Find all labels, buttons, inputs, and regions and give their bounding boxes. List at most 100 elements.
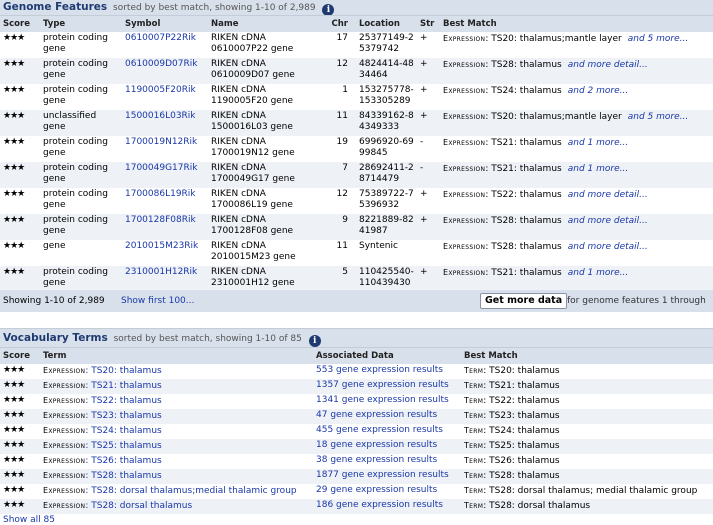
genome-features-footer: Showing 1-10 of 2,989 Show first 100... … xyxy=(0,290,713,312)
symbol-link[interactable]: 1700049G17Rik xyxy=(125,163,197,173)
expression-results-link[interactable]: 1877 gene expression results xyxy=(316,470,449,480)
expression-results-link[interactable]: 29 gene expression results xyxy=(316,485,437,495)
show-all-link[interactable]: Show all 85 xyxy=(3,515,55,525)
score-cell: ★★★ xyxy=(0,240,40,266)
more-detail-link[interactable]: and 1 more... xyxy=(568,164,628,174)
symbol-link[interactable]: 1700128F08Rik xyxy=(125,215,196,225)
chr-cell: 11 xyxy=(326,240,356,266)
strand-cell: + xyxy=(417,84,440,110)
symbol-link[interactable]: 2310001H12Rik xyxy=(125,267,197,277)
show-first-100-link[interactable]: Show first 100... xyxy=(121,296,194,306)
score-cell: ★★★ xyxy=(0,469,40,484)
more-detail-link[interactable]: and 5 more... xyxy=(628,34,688,44)
expression-results-link[interactable]: 186 gene expression results xyxy=(316,500,443,510)
get-more-data-button[interactable]: Get more data xyxy=(480,293,568,309)
match-type-label: Term xyxy=(464,426,484,435)
term-cell: Expression: TS28: dorsal thalamus xyxy=(40,499,313,514)
info-icon[interactable]: i xyxy=(308,335,321,347)
expression-results-link[interactable]: 1357 gene expression results xyxy=(316,380,449,390)
genome-features-title: Genome Features xyxy=(3,1,108,13)
match-type-label: Term xyxy=(464,411,484,420)
vocabulary-terms-title: Vocabulary Terms xyxy=(3,332,108,344)
more-detail-link[interactable]: and more detail... xyxy=(568,216,648,226)
col-name[interactable]: Name xyxy=(208,16,326,32)
match-text: : TS28: thalamus xyxy=(485,60,562,70)
match-type-label: Term xyxy=(464,471,484,480)
location-cell: 110425540-110439430 xyxy=(356,266,417,292)
col-associated-data[interactable]: Associated Data xyxy=(313,348,461,364)
type-cell: gene xyxy=(40,240,122,266)
score-stars: ★★★ xyxy=(3,380,25,390)
symbol-link[interactable]: 1190005F20Rik xyxy=(125,85,196,95)
expression-results-link[interactable]: 553 gene expression results xyxy=(316,365,443,375)
strand-cell: - xyxy=(417,162,440,188)
term-link[interactable]: : TS28: dorsal thalamus;medial thalamic … xyxy=(85,486,296,496)
term-link[interactable]: : TS28: dorsal thalamus xyxy=(85,501,192,511)
term-link[interactable]: : TS26: thalamus xyxy=(85,456,161,466)
term-link[interactable]: : TS22: thalamus xyxy=(85,396,161,406)
more-detail-link[interactable]: and more detail... xyxy=(568,60,648,70)
score-stars: ★★★ xyxy=(3,111,25,121)
term-link[interactable]: : TS20: thalamus xyxy=(85,366,161,376)
col-location[interactable]: Location xyxy=(356,16,417,32)
term-link[interactable]: : TS25: thalamus xyxy=(85,441,161,451)
symbol-link[interactable]: 0610007P22Rik xyxy=(125,33,196,43)
match-type-label: Expression xyxy=(443,86,486,95)
term-cell: Expression: TS28: dorsal thalamus;medial… xyxy=(40,484,313,499)
best-match-cell: Term: TS21: thalamus xyxy=(461,379,713,394)
strand-cell: - xyxy=(417,136,440,162)
best-match-cell: Term: TS28: thalamus xyxy=(461,469,713,484)
match-type-label: Expression xyxy=(443,190,486,199)
match-type-label: Term xyxy=(464,396,484,405)
col-symbol[interactable]: Symbol xyxy=(122,16,208,32)
match-text: : TS22: thalamus xyxy=(485,190,562,200)
col-score[interactable]: Score xyxy=(0,16,40,32)
associated-data-cell: 455 gene expression results xyxy=(313,424,461,439)
more-detail-link[interactable]: and 2 more... xyxy=(568,86,628,96)
col-strand[interactable]: Str xyxy=(417,16,440,32)
best-match-cell: Term: TS28: dorsal thalamus; medial thal… xyxy=(461,484,713,499)
table-row: ★★★ gene 2010015M23Rik RIKEN cDNA 2010015M2… xyxy=(0,240,713,266)
expression-results-link[interactable]: 18 gene expression results xyxy=(316,440,437,450)
match-text: : TS24: thalamus xyxy=(485,86,562,96)
match-text: : TS28: thalamus xyxy=(483,471,560,481)
col-chr[interactable]: Chr xyxy=(326,16,356,32)
type-cell: unclassified gene xyxy=(40,110,122,136)
expression-results-link[interactable]: 38 gene expression results xyxy=(316,455,437,465)
more-detail-link[interactable]: and 1 more... xyxy=(568,138,628,148)
name-cell: RIKEN cDNA 1700086L19 gene xyxy=(208,188,326,214)
match-text: : TS28: dorsal thalamus; medial thalamic… xyxy=(483,486,698,496)
symbol-link[interactable]: 2010015M23Rik xyxy=(125,241,198,251)
symbol-link[interactable]: 1500016L03Rik xyxy=(125,111,196,121)
type-cell: protein coding gene xyxy=(40,84,122,110)
col-best-match[interactable]: Best Match xyxy=(461,348,713,364)
expression-results-link[interactable]: 1341 gene expression results xyxy=(316,395,449,405)
col-score[interactable]: Score xyxy=(0,348,40,364)
col-term[interactable]: Term xyxy=(40,348,313,364)
expression-results-link[interactable]: 47 gene expression results xyxy=(316,410,437,420)
term-link[interactable]: : TS21: thalamus xyxy=(85,381,161,391)
more-detail-link[interactable]: and more detail... xyxy=(568,190,648,200)
more-detail-link[interactable]: and more detail... xyxy=(568,242,648,252)
name-cell: RIKEN cDNA 1700128F08 gene xyxy=(208,214,326,240)
symbol-link[interactable]: 1700019N12Rik xyxy=(125,137,197,147)
term-type-label: Expression xyxy=(43,381,86,390)
expression-results-link[interactable]: 455 gene expression results xyxy=(316,425,443,435)
term-type-label: Expression xyxy=(43,396,86,405)
term-link[interactable]: : TS23: thalamus xyxy=(85,411,161,421)
info-icon[interactable]: i xyxy=(322,4,335,15)
strand-cell: + xyxy=(417,188,440,214)
match-type-label: Term xyxy=(464,501,484,510)
col-best-match[interactable]: Best Match xyxy=(440,16,713,32)
table-row: ★★★ protein coding gene 1700086L19Rik RIKEN… xyxy=(0,188,713,214)
term-link[interactable]: : TS24: thalamus xyxy=(85,426,161,436)
more-detail-link[interactable]: and 5 more... xyxy=(628,112,688,122)
name-cell: RIKEN cDNA 1700019N12 gene xyxy=(208,136,326,162)
match-text: : TS26: thalamus xyxy=(483,456,560,466)
match-type-label: Term xyxy=(464,456,484,465)
symbol-link[interactable]: 1700086L19Rik xyxy=(125,189,196,199)
term-link[interactable]: : TS28: thalamus xyxy=(85,471,161,481)
symbol-link[interactable]: 0610009D07Rik xyxy=(125,59,197,69)
more-detail-link[interactable]: and 1 more... xyxy=(568,268,628,278)
col-type[interactable]: Type xyxy=(40,16,122,32)
